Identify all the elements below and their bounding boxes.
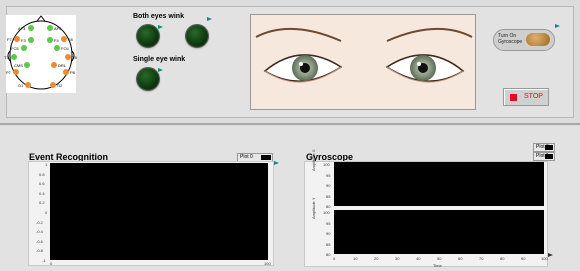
toggle-switch[interactable] xyxy=(526,33,550,46)
gyro-plot-y[interactable] xyxy=(334,210,544,254)
y-tick-label: 80 xyxy=(326,252,331,257)
electrode-dot xyxy=(47,37,53,43)
gyro-plot-x[interactable] xyxy=(334,162,544,206)
electrode-dot xyxy=(11,54,17,60)
x-tick-label: 70 xyxy=(479,256,484,261)
electrode-dot xyxy=(65,54,71,60)
y-tick-label: -1 xyxy=(42,258,46,263)
divider xyxy=(0,123,580,125)
y-tick-label: 85 xyxy=(326,241,331,247)
gyro-legend-0[interactable]: Plot 0 xyxy=(533,143,555,152)
y-axis-label: Amplitude Y xyxy=(311,197,316,220)
led-flag xyxy=(158,25,163,29)
y-tick-label: 100 xyxy=(323,210,330,215)
electrode-headmap: AF3 AF4 F7 F3 F4 F8 FC5 FC6 T7 T8 CMS DRL P7 P8 O1 O2 xyxy=(4,15,77,93)
x-axis-label: Time xyxy=(433,263,442,268)
gyro-legend-1[interactable]: Plot 1 xyxy=(533,152,555,161)
eyes-image xyxy=(250,14,476,110)
y-tick-label: 0.8 xyxy=(39,171,45,177)
y-tick-label: 90 xyxy=(326,231,331,236)
x-tick-label: 20 xyxy=(374,256,379,261)
electrode-label: P8 xyxy=(70,70,75,75)
legend-swatch xyxy=(545,154,553,159)
electrode-label: CMS xyxy=(14,63,23,68)
y-tick-label: 95 xyxy=(326,220,331,226)
x-tick-label: 10 xyxy=(353,256,358,261)
stop-button[interactable]: STOP xyxy=(503,88,549,106)
electrode-dot xyxy=(28,25,34,31)
y-tick-label: 0.6 xyxy=(39,181,45,187)
electrode-dot xyxy=(13,69,19,75)
electrode-label: P7 xyxy=(6,70,11,75)
x-tick-label: 100 xyxy=(264,261,271,266)
gyroscope-toggle-label: Turn On Gyroscope xyxy=(498,33,523,45)
both-eyes-led-left xyxy=(137,25,159,47)
electrode-dot xyxy=(47,25,53,31)
x-tick-label: 30 xyxy=(395,256,400,261)
x-tick-label: 40 xyxy=(416,256,421,261)
y-tick-label: 0.2 xyxy=(39,200,45,206)
electrode-dot xyxy=(51,62,57,68)
electrode-dot xyxy=(21,45,27,51)
stop-button-label: STOP xyxy=(524,93,543,100)
electrode-label: AF3 xyxy=(18,26,26,31)
y-tick-label: 95 xyxy=(326,172,331,178)
electrode-dot xyxy=(54,45,60,51)
x-tick-label: 60 xyxy=(458,256,463,261)
electrode-dot xyxy=(24,62,30,68)
led-flag xyxy=(207,17,212,21)
electrode-label: F4 xyxy=(54,38,59,43)
electrode-label: DRL xyxy=(58,63,67,68)
legend-swatch xyxy=(545,145,553,150)
y-tick-label: 85 xyxy=(326,193,331,199)
electrode-label: FC6 xyxy=(61,46,69,51)
y-tick-label: 0.4 xyxy=(39,190,45,196)
electrode-dot xyxy=(63,69,69,75)
gyroscope-toggle[interactable]: Turn On Gyroscope xyxy=(493,29,555,51)
y-tick-label: -0.4 xyxy=(36,229,43,235)
y-tick-label: 100 xyxy=(323,162,330,167)
electrode-label: F3 xyxy=(21,38,26,43)
y-tick-label: -0.6 xyxy=(36,238,43,244)
both-eyes-label: Both eyes wink xyxy=(133,13,184,20)
electrode-label: F8 xyxy=(68,37,73,42)
x-tick-label: 100 xyxy=(541,256,548,261)
x-tick-label: 90 xyxy=(521,256,526,261)
single-eye-label: Single eye wink xyxy=(133,56,186,63)
stop-icon xyxy=(510,94,517,101)
electrode-label: T8 xyxy=(72,55,77,60)
y-tick-label: 80 xyxy=(326,204,331,209)
y-axis-label: Amplitude X xyxy=(311,149,316,171)
y-tick-label: 1 xyxy=(45,162,48,167)
led-flag xyxy=(274,161,279,165)
x-tick-label: 80 xyxy=(500,256,505,261)
electrode-label: FC5 xyxy=(11,46,19,51)
y-tick-label: -0.2 xyxy=(36,219,43,225)
event-plot-area[interactable] xyxy=(50,163,268,260)
x-tick-label: 0 xyxy=(50,261,53,266)
x-tick-label: 0 xyxy=(333,256,336,261)
electrode-label: O2 xyxy=(57,83,63,88)
electrode-dot xyxy=(28,37,34,43)
single-eye-led xyxy=(137,68,159,90)
electrode-dot xyxy=(25,82,31,88)
electrode-dot xyxy=(50,82,56,88)
y-tick-label: -0.8 xyxy=(36,248,43,254)
legend-swatch xyxy=(261,155,271,160)
led-flag xyxy=(158,68,163,72)
electrode-label: O1 xyxy=(18,83,24,88)
electrode-label: AF4 xyxy=(54,26,62,31)
led-flag xyxy=(548,253,553,257)
electrode-label: T7 xyxy=(4,55,9,60)
both-eyes-led-right xyxy=(186,25,208,47)
x-tick-label: 50 xyxy=(437,256,442,261)
led-flag xyxy=(555,24,560,28)
y-tick-label: 90 xyxy=(326,183,331,188)
electrode-dot xyxy=(14,36,20,42)
electrode-label: F7 xyxy=(7,37,12,42)
electrode-dot xyxy=(61,36,67,42)
y-tick-label: 0 xyxy=(45,210,48,215)
legend-label: Plot 0 xyxy=(240,154,253,160)
